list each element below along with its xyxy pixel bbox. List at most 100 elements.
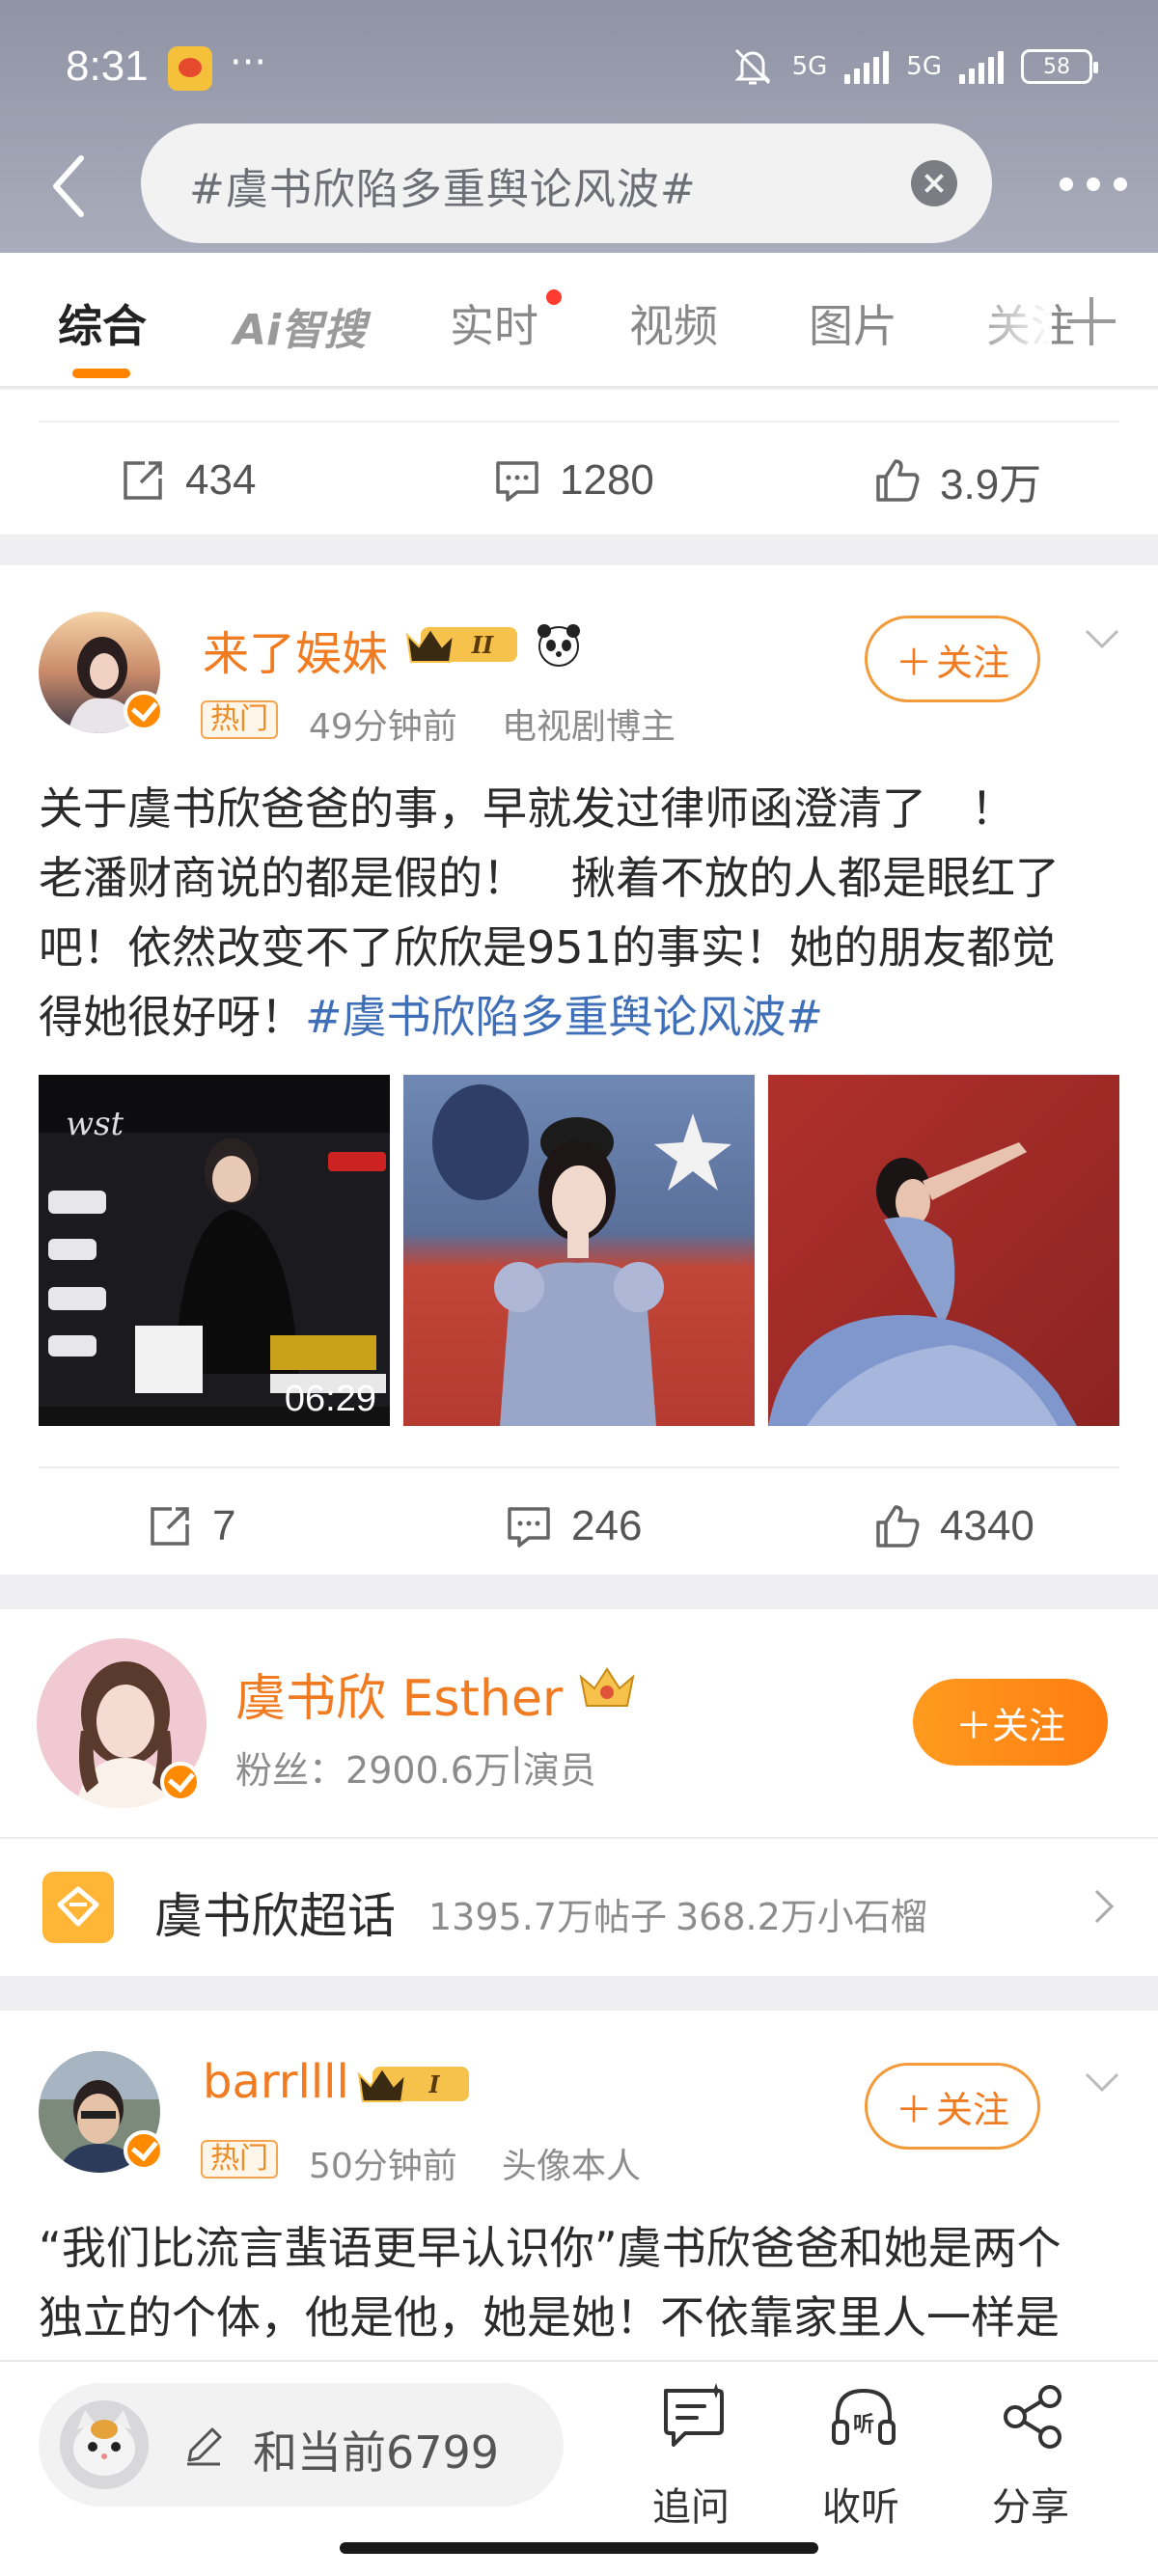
verified-badge-icon — [124, 2130, 164, 2171]
network-label-2: 5G — [906, 52, 942, 81]
post-image-3[interactable] — [768, 1075, 1119, 1426]
signal-icon-2 — [959, 49, 1004, 84]
comment-icon — [496, 461, 538, 502]
listen-button[interactable]: 听 收听 — [803, 2381, 919, 2530]
plus-icon: ＋ — [954, 1704, 992, 1747]
like-count: 3.9万 — [940, 461, 1042, 508]
supertopic-diamond-icon — [42, 1872, 114, 1943]
weibo-notification-icon — [168, 46, 212, 91]
post-line: 吧！依然改变不了欣欣是951的事实！她的朋友都觉 — [39, 921, 1056, 973]
pencil-icon — [187, 2427, 222, 2466]
fans-label: 粉丝： — [235, 1749, 346, 1792]
back-arrow-icon[interactable] — [48, 152, 87, 220]
share-icon — [1004, 2385, 1062, 2449]
post-image-3-photo — [768, 1075, 1119, 1426]
ask-chat-icon — [664, 2383, 724, 2447]
comment-button[interactable]: 1280 — [494, 423, 654, 538]
tab-comprehensive[interactable]: 综合 — [58, 291, 147, 355]
action-bar: 434 1280 3.9万 — [0, 423, 1158, 538]
comment-input[interactable]: 和当前6799 — [39, 2383, 564, 2507]
svg-text:I: I — [427, 2070, 440, 2098]
post-line: “我们比流言蜚语更早认识你”虞书欣爸爸和她是两个 — [39, 2222, 1062, 2274]
chevron-down-icon[interactable] — [1083, 2063, 1121, 2101]
repost-count: 434 — [185, 456, 257, 504]
crown-member-icon — [579, 1667, 635, 1707]
comment-count: 246 — [571, 1502, 643, 1549]
svg-text:wst: wst — [66, 1105, 124, 1143]
like-count: 4340 — [940, 1502, 1034, 1549]
post-image-2[interactable] — [403, 1075, 755, 1426]
network-label-1: 5G — [791, 52, 828, 81]
video-thumbnail[interactable]: wst 06:29 — [39, 1075, 390, 1426]
tab-video[interactable]: 视频 — [629, 291, 718, 355]
plus-icon: ＋ — [895, 641, 932, 684]
status-time: 8:31 — [66, 42, 149, 90]
ask-label: 追问 — [652, 2485, 730, 2530]
post-time: 49分钟前 — [309, 707, 457, 747]
profile-follow-button[interactable]: ＋关注 — [913, 1679, 1108, 1766]
search-results-page: 8:31 ··· 5G 5G 58 #虞书欣陷多重舆论风波# 综合 Ai智搜 实… — [0, 0, 1158, 2576]
verified-badge-icon — [124, 691, 164, 731]
share-button[interactable]: 分享 — [973, 2381, 1089, 2530]
repost-button[interactable]: 434 — [120, 423, 256, 538]
more-options-icon[interactable] — [1060, 178, 1127, 191]
headphones-icon: 听 — [832, 2388, 896, 2445]
panda-icon — [538, 624, 580, 667]
tab-bar: 综合 Ai智搜 实时 视频 图片 关注 — [0, 253, 1158, 388]
ask-button[interactable]: 追问 — [633, 2381, 749, 2530]
tab-realtime[interactable]: 实时 — [450, 291, 538, 355]
status-more-indicator: ··· — [230, 41, 267, 85]
tab-images[interactable]: 图片 — [809, 291, 897, 355]
comment-button[interactable]: 246 — [506, 1468, 642, 1584]
status-bar: 8:31 ··· 5G 5G 58 — [0, 39, 1158, 100]
follow-button[interactable]: ＋关注 — [865, 616, 1040, 702]
post-card-1[interactable]: 来了娱妹 II 热门 49分钟前 电视剧博主 ＋关注 关于虞书欣爸爸的事，早就发… — [0, 565, 1158, 1575]
clear-search-icon[interactable] — [911, 160, 957, 206]
post-body: “我们比流言蜚语更早认识你”虞书欣爸爸和她是两个 独立的个体，他是他，她是她！不… — [39, 2213, 1129, 2352]
hot-tag: 热门 — [201, 2140, 278, 2179]
supertopic-row[interactable]: 虞书欣超话 1395.7万帖子 368.2万小石榴 — [0, 1839, 1158, 1976]
post-line-last: 得她很好呀！#虞书欣陷多重舆论风波# — [39, 982, 1129, 1052]
author-role: 头像本人 — [502, 2147, 642, 2186]
cat-avatar-image — [60, 2400, 149, 2489]
like-icon — [876, 1505, 920, 1548]
post-time: 50分钟前 — [309, 2147, 457, 2186]
comment-icon — [508, 1507, 550, 1548]
hot-tag: 热门 — [201, 700, 278, 739]
listen-label: 收听 — [822, 2485, 899, 2530]
search-query[interactable]: #虞书欣陷多重舆论风波# — [189, 154, 697, 216]
status-icons: 5G 5G 58 — [731, 44, 1098, 89]
mute-bell-icon — [733, 48, 771, 85]
repost-button[interactable]: 7 — [147, 1468, 235, 1584]
follow-label: 关注 — [936, 2088, 1010, 2131]
previous-post-footer: 434 1280 3.9万 — [0, 390, 1158, 534]
verified-badge-icon — [160, 1762, 201, 1802]
profile-card[interactable]: 虞书欣 Esther 粉丝： 2900.6万 | 演员 ＋关注 虞书欣超话 13… — [0, 1609, 1158, 1976]
meta-separator: | — [510, 1740, 523, 1783]
post-line: 独立的个体，他是他，她是她！不依靠家里人一样是 — [39, 2291, 1060, 2343]
like-button[interactable]: 3.9万 — [874, 423, 1041, 538]
like-button[interactable]: 4340 — [874, 1468, 1034, 1584]
profile-role: 演员 — [522, 1749, 596, 1792]
video-thumbnail-image: wst — [39, 1075, 390, 1426]
chevron-down-icon[interactable] — [1083, 619, 1121, 658]
post-author[interactable]: 来了娱妹 — [203, 616, 388, 683]
home-indicator[interactable] — [340, 2542, 818, 2554]
chevron-right-icon — [1094, 1889, 1115, 1924]
my-avatar — [60, 2400, 149, 2489]
signal-icon — [844, 49, 890, 84]
action-bar: 7 246 4340 — [0, 1468, 1158, 1584]
post-line: 关于虞书欣爸爸的事，早就发过律师函澄清了 ！ — [39, 782, 1015, 835]
level-crown-badge-icon: I — [357, 2067, 469, 2102]
post-card-2[interactable]: barrllll I 热门 50分钟前 头像本人 ＋关注 “我们比流言蜚语更早认… — [0, 2011, 1158, 2397]
post-line: 老潘财商说的都是假的！ 揪着不放的人都是眼红了 — [39, 852, 1060, 904]
profile-name[interactable]: 虞书欣 Esther — [235, 1658, 563, 1730]
svg-text:II: II — [471, 631, 494, 659]
like-icon — [876, 459, 920, 502]
add-tab-icon[interactable] — [1067, 297, 1116, 345]
hashtag-link[interactable]: #虞书欣陷多重舆论风波# — [305, 991, 823, 1043]
tab-ai-search[interactable]: Ai智搜 — [234, 295, 366, 357]
search-box[interactable]: #虞书欣陷多重舆论风波# — [141, 123, 992, 243]
follow-button[interactable]: ＋关注 — [865, 2063, 1040, 2150]
post-author[interactable]: barrllll — [203, 2055, 349, 2109]
